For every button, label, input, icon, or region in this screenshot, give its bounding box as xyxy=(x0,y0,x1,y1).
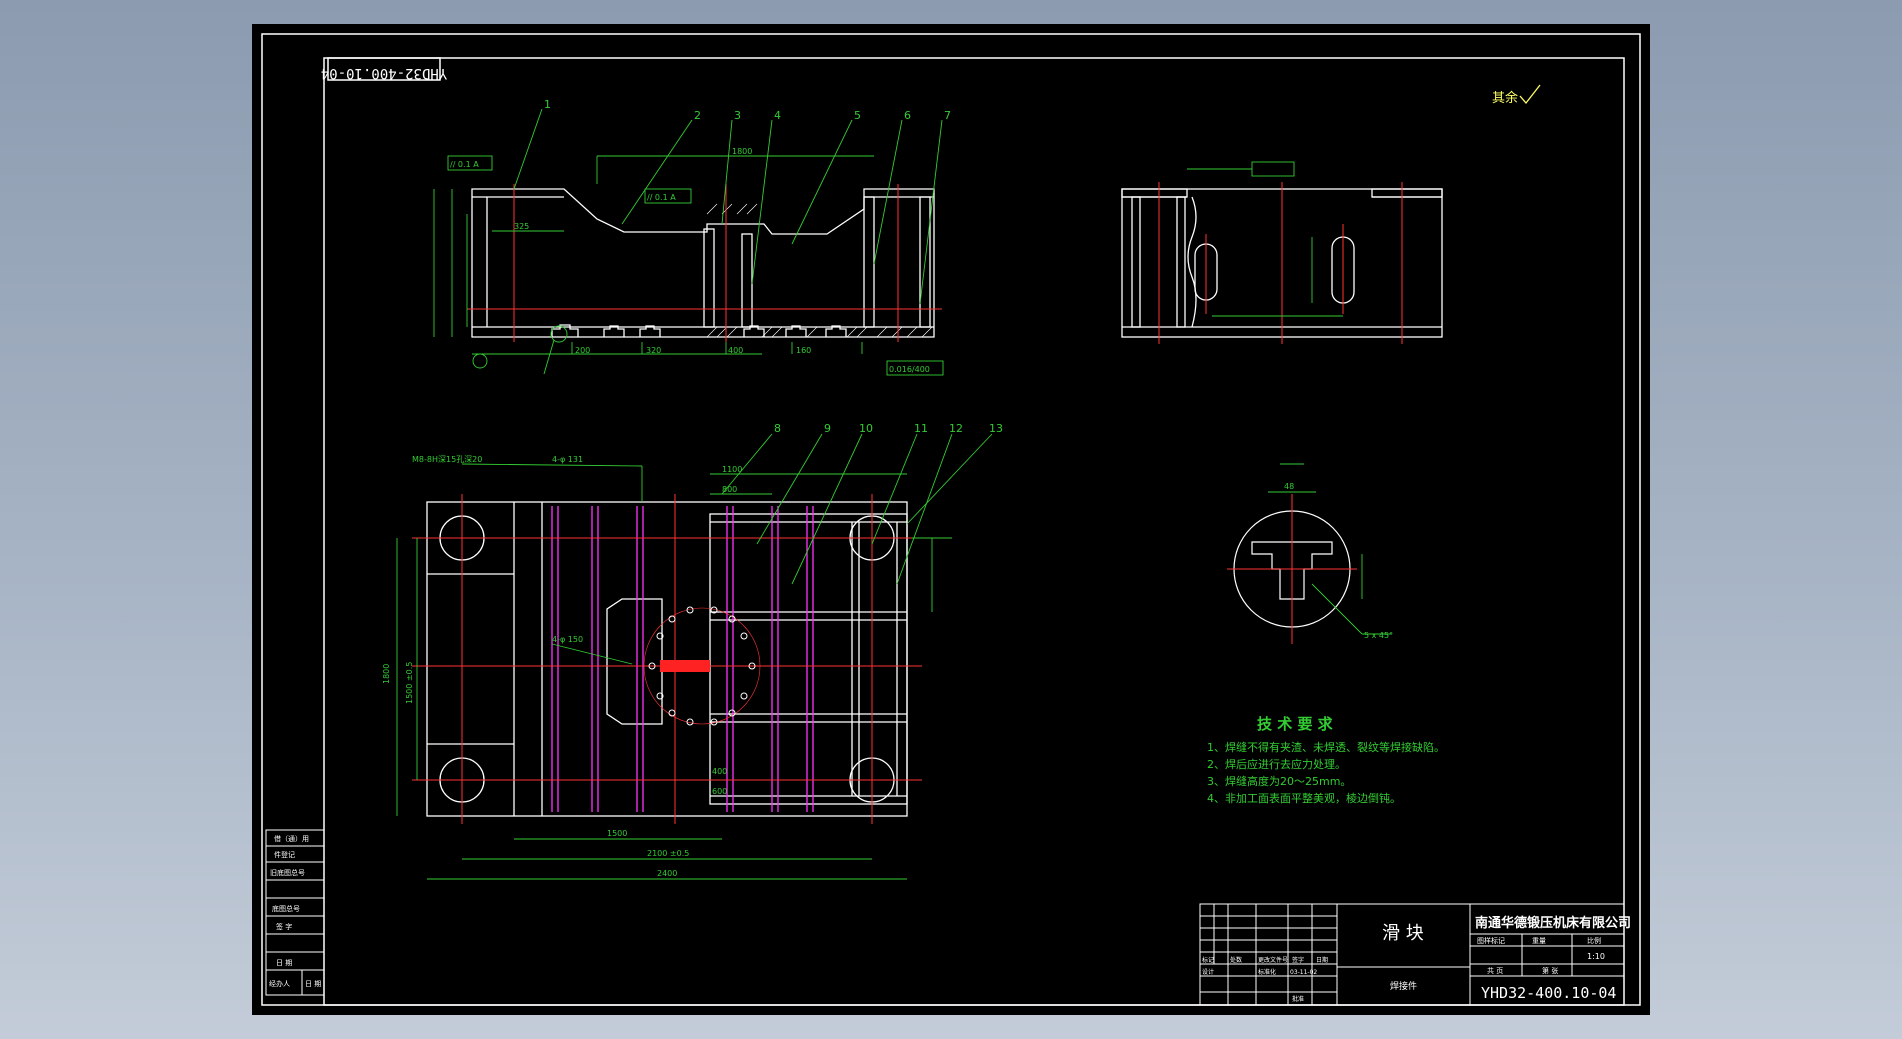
lt-2: 旧底图总号 xyxy=(270,868,305,877)
dim-1800top: 1800 xyxy=(732,147,752,156)
tb-mark: 标记 xyxy=(1202,956,1214,964)
lt-5: 日 期 xyxy=(276,959,292,967)
dim-2100: 2100 ±0.5 xyxy=(647,849,689,858)
balloon-8: 8 xyxy=(774,422,781,435)
tb-approve: 批准 xyxy=(1292,995,1304,1003)
dim-1500v: 1500 ±0.5 xyxy=(405,662,414,704)
balloon-7: 7 xyxy=(944,109,951,122)
drawing-sheet: YHD32-400.10-04 其余 // 0.1 A // 0.1 A 0.0… xyxy=(252,24,1650,1015)
dim-800: 800 xyxy=(722,485,737,494)
weight-label: 重量 xyxy=(1532,937,1546,945)
dim-400a: 400 xyxy=(728,346,743,355)
req-3: 3、焊缝高度为20～25mm。 xyxy=(1207,774,1351,788)
sheet-inner-border xyxy=(323,57,1625,1006)
sheet-total: 共 页 xyxy=(1487,966,1503,975)
tb-date-value: 03-11-02 xyxy=(1290,969,1317,976)
surface-finish-note: 其余 xyxy=(1492,84,1541,106)
flatness-label: 0.016/400 xyxy=(889,365,930,374)
detail-view: 48 5 x 45° xyxy=(1227,463,1393,644)
dim-400b: 400 xyxy=(712,767,727,776)
drawing-number: YHD32-400.10-04 xyxy=(1481,984,1616,1002)
scale-label: 比例 xyxy=(1587,936,1601,945)
lt-1: 件登记 xyxy=(274,850,295,859)
front-view-dim-text: // 0.1 A // 0.1 A 0.016/400 200 320 400 … xyxy=(450,147,930,374)
balloon-5: 5 xyxy=(854,109,861,122)
tb-standard: 标准化 xyxy=(1258,968,1276,976)
surface-note: 其余 xyxy=(1492,90,1518,106)
tech-title: 技 术 要 求 xyxy=(1257,715,1334,733)
tb-sign: 签字 xyxy=(1292,956,1304,964)
balloon-12: 12 xyxy=(949,422,963,435)
lt-7: 经办人 xyxy=(269,979,290,988)
dim-5x45: 5 x 45° xyxy=(1364,631,1393,640)
front-view-dimensions xyxy=(433,108,944,376)
dim-1500: 1500 xyxy=(607,829,627,838)
balloon-6: 6 xyxy=(904,109,911,122)
tb-design: 设计 xyxy=(1202,968,1214,976)
cad-drawing: YHD32-400.10-04 其余 // 0.1 A // 0.1 A 0.0… xyxy=(261,33,1641,1006)
balloon-2: 2 xyxy=(694,109,701,122)
req-1: 1、焊缝不得有夹渣、未焊透、裂纹等焊接缺陷。 xyxy=(1207,740,1445,754)
dim-48: 48 xyxy=(1284,482,1294,491)
balloon-1: 1 xyxy=(544,98,551,111)
dim-325: 325 xyxy=(514,222,529,231)
dim-holes: M8-8H深15孔深20 xyxy=(412,455,482,464)
dim-holes2: 4-φ 150 xyxy=(552,635,583,644)
dim-1100: 1100 xyxy=(722,465,742,474)
lt-4: 签 字 xyxy=(276,922,292,931)
mirrored-code-box: YHD32-400.10-04 xyxy=(321,57,447,81)
plan-view-ribs xyxy=(551,506,814,812)
lt-0: 借（通）用 xyxy=(274,834,309,843)
side-view-dimensions xyxy=(1187,161,1343,317)
material-note: 焊接件 xyxy=(1390,980,1417,992)
front-view xyxy=(471,188,935,338)
plan-view xyxy=(426,501,908,817)
stage-label: 图样标记 xyxy=(1477,936,1505,945)
dim-4phi: 4-φ 131 xyxy=(552,455,583,464)
balloon-3: 3 xyxy=(734,109,741,122)
dim-160a: 160 xyxy=(796,346,811,355)
balloon-9: 9 xyxy=(824,422,831,435)
roughness-symbol-icon xyxy=(1519,84,1541,105)
mirrored-code: YHD32-400.10-04 xyxy=(321,65,447,81)
lt-8: 日 期 xyxy=(305,980,321,988)
scale-value: 1:10 xyxy=(1587,952,1605,961)
company-name: 南通华德锻压机床有限公司 xyxy=(1475,915,1631,931)
left-table-text: 借（通）用 件登记 旧底图总号 底图总号 签 字 日 期 经办人 日 期 xyxy=(269,834,321,988)
technical-requirements: 技 术 要 求 1、焊缝不得有夹渣、未焊透、裂纹等焊接缺陷。 2、焊后应进行去应… xyxy=(1207,715,1445,805)
dim-2400: 2400 xyxy=(657,869,677,878)
balloon-10: 10 xyxy=(859,422,873,435)
dim-1800v: 1800 xyxy=(382,664,391,684)
balloon-4: 4 xyxy=(774,109,781,122)
lt-3: 底图总号 xyxy=(272,904,300,913)
dim-320b: 320 xyxy=(646,346,661,355)
plan-view-centerlines xyxy=(412,494,922,824)
tb-date: 日期 xyxy=(1316,956,1328,964)
balloon-13: 13 xyxy=(989,422,1003,435)
plan-view-balloons: 8 9 10 11 12 13 xyxy=(774,422,1003,435)
tolerance-label-2: // 0.1 A xyxy=(647,193,676,202)
part-name: 滑 块 xyxy=(1382,923,1424,944)
dim-600: 600 xyxy=(712,787,727,796)
balloon-11: 11 xyxy=(914,422,928,435)
req-2: 2、焊后应进行去应力处理。 xyxy=(1207,757,1346,771)
tb-change: 更改文件号 xyxy=(1258,956,1288,964)
front-view-balloons: 1 2 3 4 5 6 7 xyxy=(544,98,951,122)
plan-view-dimensions xyxy=(396,433,993,880)
tb-count: 处数 xyxy=(1230,956,1242,964)
sheet-index: 第 张 xyxy=(1542,966,1558,975)
dim-320a: 200 xyxy=(575,346,590,355)
req-4: 4、非加工面表面平整美观，棱边倒钝。 xyxy=(1207,791,1401,805)
tolerance-label-1: // 0.1 A xyxy=(450,160,479,169)
